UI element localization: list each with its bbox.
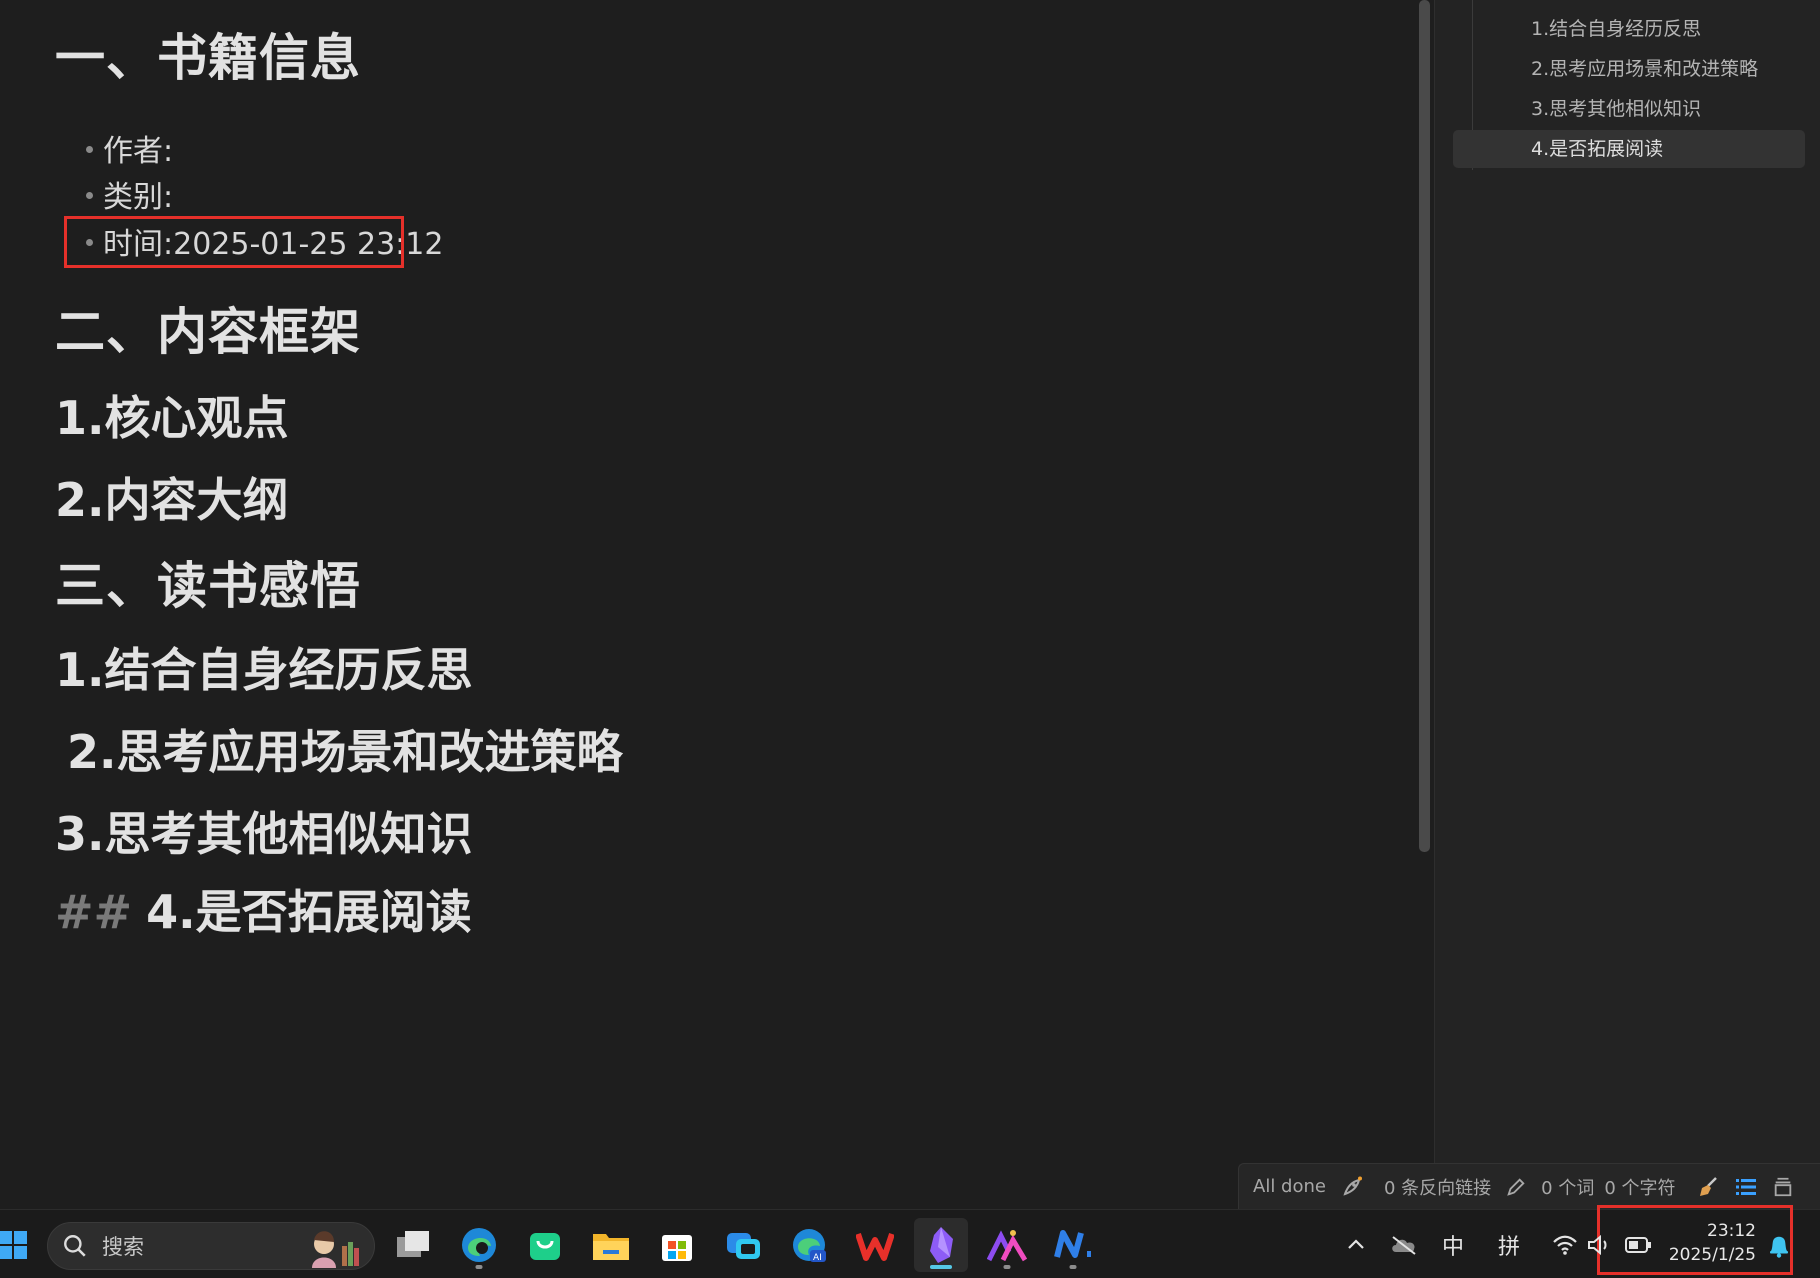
subheading-similar-knowledge: 3.思考其他相似知识: [55, 807, 473, 861]
note-editor[interactable]: 一、书籍信息 作者: 类别: 时间:2025-01-25 23:12 二、内容框…: [0, 0, 1420, 1163]
outline-item[interactable]: 1.结合自身经历反思: [1453, 10, 1805, 48]
broom-icon[interactable]: [1696, 1175, 1720, 1199]
edge-icon: [462, 1228, 496, 1262]
layers-icon[interactable]: [1772, 1176, 1794, 1198]
shopping-bag-icon: [530, 1233, 560, 1260]
store-button[interactable]: [650, 1218, 704, 1272]
running-indicator: [1003, 1265, 1011, 1269]
ime-mode-indicator[interactable]: 中: [1436, 1210, 1470, 1278]
heading-reflections: 三、读书感悟: [55, 557, 361, 615]
running-indicator: [475, 1265, 483, 1269]
task-view-icon: [397, 1231, 429, 1257]
search-highlight-illustration-icon: [302, 1226, 364, 1273]
rocket-icon[interactable]: [1340, 1175, 1364, 1199]
list-item-author: 作者:: [86, 126, 173, 170]
windows-logo-icon: [0, 1231, 27, 1259]
heading-content-framework: 二、内容框架: [55, 303, 361, 361]
file-explorer-button[interactable]: [584, 1218, 638, 1272]
running-indicator: [1069, 1265, 1077, 1269]
subheading-core-ideas: 1.核心观点: [55, 391, 289, 445]
ime-input-indicator[interactable]: 拼: [1492, 1210, 1526, 1278]
phone-link-button[interactable]: [716, 1218, 770, 1272]
ai-app-icon: [987, 1230, 1027, 1262]
status-bar: All done 0 条反向链接 0 个词 0 个字符: [1238, 1163, 1820, 1209]
wifi-icon[interactable]: [1548, 1210, 1582, 1278]
subheading-extended-reading: ## 4.是否拓展阅读: [55, 885, 472, 939]
clock-date: 2025/1/25: [1668, 1245, 1756, 1265]
subheading-reflect-experience: 1.结合自身经历反思: [55, 643, 473, 697]
subheading-application: 2.思考应用场景和改进策略: [67, 725, 623, 779]
outline-item[interactable]: 3.思考其他相似知识: [1453, 90, 1805, 128]
svg-text:AI: AI: [813, 1253, 822, 1263]
outline-item-active[interactable]: 4.是否拓展阅读: [1453, 130, 1805, 168]
subheading-outline: 2.内容大纲: [55, 473, 289, 527]
file-explorer-icon: [593, 1234, 629, 1260]
outline-pane: 1.结合自身经历反思 2.思考应用场景和改进策略 3.思考其他相似知识 4.是否…: [1434, 0, 1820, 1163]
start-button[interactable]: [0, 1218, 40, 1272]
highlight-box-time: [64, 216, 404, 268]
editor-scrollbar[interactable]: [1419, 0, 1430, 852]
outline-item[interactable]: 2.思考应用场景和改进策略: [1453, 50, 1805, 88]
wps-icon: [856, 1233, 894, 1261]
word-count: 0 个词: [1541, 1177, 1595, 1199]
notion-like-icon: [1054, 1230, 1091, 1258]
list-item-category: 类别:: [86, 172, 173, 216]
clock-time: 23:12: [1707, 1221, 1756, 1241]
taskbar: 搜索 AI 中 拼 23:12 2025/1/25: [0, 1205, 1820, 1278]
char-count: 0 个字符: [1604, 1177, 1676, 1199]
heading-book-info: 一、书籍信息: [55, 29, 361, 87]
shopping-app-button[interactable]: [518, 1218, 572, 1272]
edge-button[interactable]: [452, 1218, 506, 1272]
bullet-icon: [86, 192, 93, 199]
search-icon: [64, 1235, 86, 1257]
pencil-icon[interactable]: [1505, 1176, 1527, 1198]
volume-icon[interactable]: [1584, 1210, 1614, 1278]
tray-overflow-chevron-up-icon[interactable]: [1340, 1210, 1372, 1278]
edge-ai-button[interactable]: AI: [782, 1218, 836, 1272]
wps-button[interactable]: [848, 1218, 902, 1272]
obsidian-icon: [930, 1227, 953, 1263]
onedrive-cloud-offline-icon[interactable]: [1386, 1210, 1422, 1278]
phone-link-icon: [727, 1233, 760, 1259]
outline-list-icon[interactable]: [1734, 1175, 1758, 1199]
notes-app-button[interactable]: [1046, 1218, 1100, 1272]
taskbar-search[interactable]: 搜索: [47, 1222, 375, 1270]
search-placeholder: 搜索: [102, 1235, 144, 1259]
system-clock[interactable]: 23:12 2025/1/25: [1640, 1219, 1756, 1267]
sync-status[interactable]: All done: [1253, 1176, 1326, 1197]
ai-app-button[interactable]: [980, 1218, 1034, 1272]
bullet-icon: [86, 146, 93, 153]
backlinks-count[interactable]: 0 条反向链接: [1384, 1174, 1491, 1200]
obsidian-button[interactable]: [914, 1218, 968, 1272]
active-indicator: [930, 1265, 952, 1269]
task-view-button[interactable]: [386, 1218, 440, 1272]
markdown-hash: ##: [55, 885, 133, 939]
edge-ai-icon: AI: [793, 1229, 826, 1263]
notification-bell-icon[interactable]: [1762, 1210, 1796, 1278]
store-icon: [662, 1235, 692, 1261]
